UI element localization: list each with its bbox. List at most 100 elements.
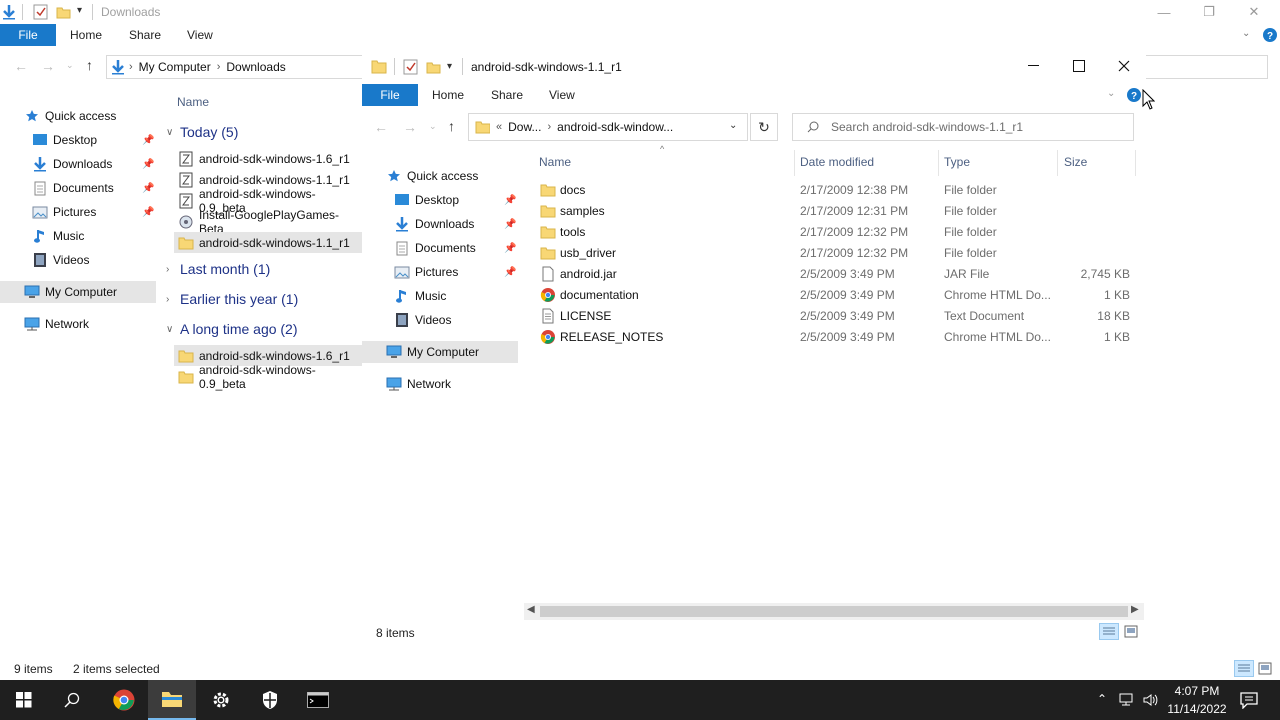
table-row[interactable]: RELEASE_NOTES 2/5/2009 3:49 PM Chrome HT… [534, 327, 1134, 348]
nav-music[interactable]: Music [32, 225, 84, 247]
group-header-last-month[interactable]: › Last month (1) [166, 261, 270, 277]
nav-documents[interactable]: Documents [32, 177, 114, 199]
scrollbar-thumb[interactable] [540, 606, 1128, 617]
forward-arrow-icon[interactable]: → [403, 119, 417, 135]
list-item[interactable]: android-sdk-windows-1.6_r1 [174, 148, 362, 169]
search-input[interactable]: Search android-sdk-windows-1.1_r1 [792, 113, 1134, 141]
taskbar-settings[interactable] [197, 680, 245, 720]
maximize-button[interactable] [1056, 46, 1102, 86]
breadcrumb-downloads[interactable]: Downloads [226, 60, 285, 74]
close-button[interactable]: ✕ [1231, 0, 1277, 24]
taskbar-file-explorer[interactable] [148, 680, 196, 720]
nav-pictures[interactable]: Pictures [32, 201, 96, 223]
minimize-button[interactable]: — [1141, 0, 1187, 24]
taskbar-terminal[interactable] [294, 680, 342, 720]
refresh-button[interactable]: ↻ [750, 113, 778, 141]
expand-ribbon-icon[interactable]: ⌄ [1242, 28, 1250, 39]
nav-videos[interactable]: Videos [394, 309, 451, 331]
new-folder-icon[interactable] [56, 5, 71, 19]
breadcrumb-current-folder[interactable]: android-sdk-window... [557, 120, 673, 134]
scroll-right-icon[interactable]: ▶ [1131, 604, 1139, 615]
expand-ribbon-icon[interactable]: ⌄ [1107, 88, 1115, 99]
nav-videos[interactable]: Videos [32, 249, 89, 271]
clock-time[interactable]: 4:07 PM [1174, 684, 1220, 698]
table-row[interactable]: LICENSE 2/5/2009 3:49 PM Text Document 1… [534, 306, 1134, 327]
pin-icon[interactable]: 📌 [142, 207, 154, 218]
search-input[interactable] [1140, 55, 1268, 79]
up-arrow-icon[interactable]: ↑ [448, 118, 455, 134]
help-icon[interactable]: ? [1262, 27, 1278, 43]
column-header-type[interactable]: Type [944, 155, 970, 169]
quick-access-toolbar-dropdown-icon[interactable]: ▾ [447, 61, 452, 72]
network-status-icon[interactable] [1118, 693, 1134, 707]
nav-quick-access[interactable]: Quick access [386, 165, 478, 187]
nav-downloads[interactable]: Downloads [32, 153, 112, 175]
tab-share[interactable]: Share [491, 84, 523, 106]
recent-locations-icon[interactable]: ⌄ [429, 121, 437, 132]
properties-icon[interactable] [33, 4, 48, 20]
breadcrumb-overflow-icon[interactable]: « [496, 121, 502, 133]
nav-desktop[interactable]: Desktop [32, 129, 97, 151]
clock-date[interactable]: 11/14/2022 [1166, 702, 1228, 716]
start-button[interactable] [0, 680, 48, 720]
pin-icon[interactable]: 📌 [142, 159, 154, 170]
nav-downloads[interactable]: Downloads [394, 213, 474, 235]
column-header-date-modified[interactable]: Date modified [800, 155, 874, 169]
scroll-left-icon[interactable]: ◀ [527, 604, 535, 615]
pin-icon[interactable]: 📌 [142, 183, 154, 194]
show-hidden-icons-icon[interactable]: ⌃ [1097, 692, 1107, 706]
properties-icon[interactable] [403, 59, 418, 75]
help-icon[interactable]: ? [1126, 87, 1142, 103]
up-arrow-icon[interactable]: ↑ [86, 57, 93, 73]
table-row[interactable]: docs 2/17/2009 12:38 PM File folder [534, 180, 1134, 201]
nav-documents[interactable]: Documents [394, 237, 476, 259]
large-icons-view-icon[interactable] [1258, 662, 1272, 675]
notifications-icon[interactable] [1240, 691, 1258, 709]
group-header-earlier-this-year[interactable]: › Earlier this year (1) [166, 291, 298, 307]
tab-home[interactable]: Home [70, 24, 102, 46]
taskbar-security[interactable] [246, 680, 294, 720]
pin-icon[interactable]: 📌 [504, 195, 516, 206]
horizontal-scrollbar[interactable]: ◀ ▶ [524, 603, 1144, 620]
tab-share[interactable]: Share [129, 24, 161, 46]
group-header-today[interactable]: ∨ Today (5) [166, 124, 238, 140]
nav-desktop[interactable]: Desktop [394, 189, 459, 211]
details-view-icon[interactable] [1099, 623, 1119, 640]
nav-my-computer[interactable]: My Computer [362, 341, 518, 363]
nav-my-computer[interactable]: My Computer [0, 281, 156, 303]
back-arrow-icon[interactable]: ← [374, 119, 388, 135]
forward-arrow-icon[interactable]: → [41, 58, 55, 74]
nav-music[interactable]: Music [394, 285, 446, 307]
address-bar[interactable]: › My Computer › Downloads [106, 55, 376, 79]
nav-network[interactable]: Network [24, 313, 89, 335]
large-icons-view-icon[interactable] [1124, 625, 1138, 638]
pin-icon[interactable]: 📌 [504, 267, 516, 278]
tab-home[interactable]: Home [432, 84, 464, 106]
table-row[interactable]: samples 2/17/2009 12:31 PM File folder [534, 201, 1134, 222]
column-header-name[interactable]: Name [177, 95, 209, 109]
address-bar[interactable]: « Dow... › android-sdk-window... ⌄ [468, 113, 748, 141]
address-dropdown-icon[interactable]: ⌄ [729, 120, 737, 131]
details-view-icon[interactable] [1234, 660, 1254, 677]
list-item[interactable]: android-sdk-windows-0.9_beta [174, 363, 362, 391]
column-header-name[interactable]: Name [539, 155, 571, 169]
maximize-button[interactable]: ❐ [1186, 0, 1232, 24]
nav-network[interactable]: Network [386, 373, 451, 395]
column-header-size[interactable]: Size [1064, 155, 1087, 169]
group-header-long-time-ago[interactable]: ∨ A long time ago (2) [166, 321, 298, 337]
close-button[interactable] [1102, 46, 1146, 86]
table-row[interactable]: documentation 2/5/2009 3:49 PM Chrome HT… [534, 285, 1134, 306]
breadcrumb-my-computer[interactable]: My Computer [139, 60, 211, 74]
list-item[interactable]: Install-GooglePlayGames-Beta [174, 208, 362, 236]
tab-file[interactable]: File [362, 84, 418, 106]
table-row[interactable]: usb_driver 2/17/2009 12:32 PM File folde… [534, 243, 1134, 264]
back-arrow-icon[interactable]: ← [14, 58, 28, 74]
tab-file[interactable]: File [0, 24, 56, 46]
taskbar-chrome[interactable] [100, 680, 148, 720]
tab-view[interactable]: View [549, 84, 575, 106]
new-folder-icon[interactable] [426, 60, 441, 74]
nav-quick-access[interactable]: Quick access [24, 105, 116, 127]
tab-view[interactable]: View [187, 24, 213, 46]
pin-icon[interactable]: 📌 [504, 219, 516, 230]
minimize-button[interactable] [1010, 46, 1056, 86]
